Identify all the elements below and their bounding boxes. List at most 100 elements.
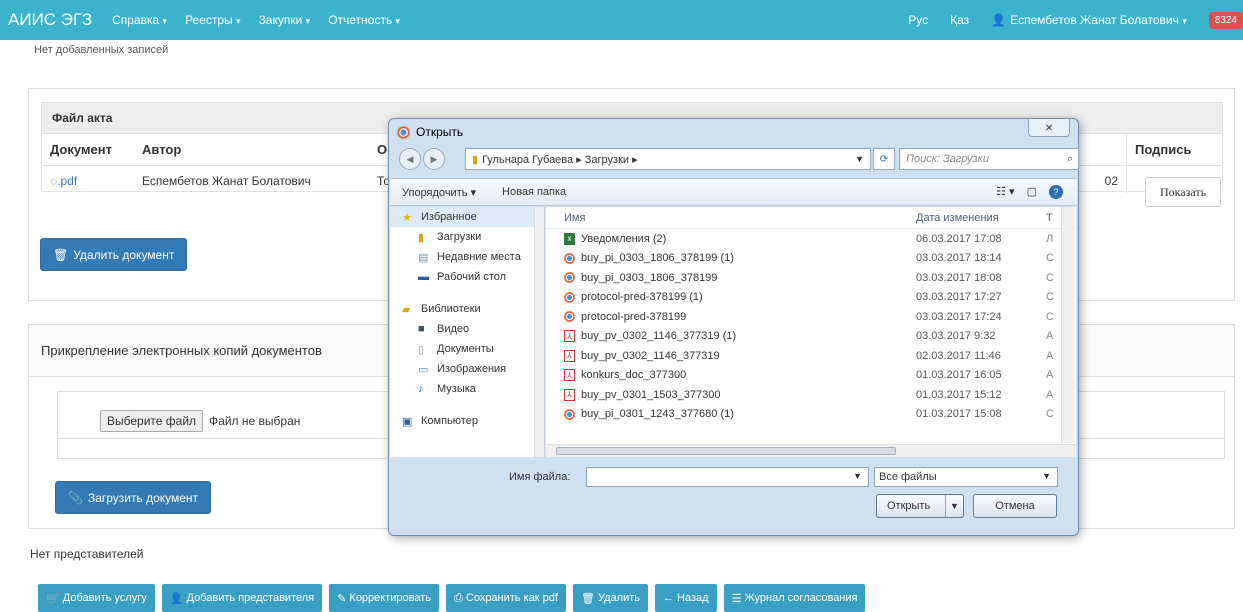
music-icon: ♪ <box>418 383 424 395</box>
file-row[interactable]: buy_pi_0303_1806_378199 03.03.2017 18:08 С <box>546 268 1076 288</box>
col-type-header[interactable]: Т <box>1046 212 1053 224</box>
lang-kz-link[interactable]: Қаз <box>950 13 969 27</box>
file-row[interactable]: buy_pi_0301_1243_377680 (1) 01.03.2017 15… <box>546 405 1076 425</box>
back-button[interactable]: ← Назад <box>654 584 717 612</box>
approval-log-button[interactable]: ☰ Журнал согласования <box>723 584 866 612</box>
file-date: 01.03.2017 15:12 <box>916 388 1002 401</box>
notification-badge[interactable]: 8324 <box>1208 11 1243 29</box>
nav-libraries[interactable]: ▰ Библиотеки <box>390 299 544 319</box>
nav-item-music[interactable]: ♪ Музыка <box>390 379 544 399</box>
nav-scrollbar[interactable] <box>534 207 544 457</box>
downloads-folder-icon: ▮ <box>418 232 425 244</box>
user-icon: 👤 <box>991 13 1007 27</box>
search-icon: ⌕ <box>1066 152 1073 165</box>
menu-purchases[interactable]: Закупки ▾ <box>259 13 311 27</box>
user-menu[interactable]: 👤 Еспембетов Жанат Болатович ▾ <box>991 13 1187 27</box>
file-date: 03.03.2017 17:24 <box>916 310 1002 323</box>
close-icon[interactable]: ⨯ <box>1028 119 1070 137</box>
nav-item-downloads[interactable]: ▮ Загрузки <box>390 227 544 247</box>
brand-logo[interactable]: АИИС ЭГЗ <box>8 10 92 30</box>
file-date: 03.03.2017 17:27 <box>916 291 1002 304</box>
file-row[interactable]: x Уведомления (2) 06.03.2017 17:08 Л <box>546 229 1076 249</box>
open-button[interactable]: Открыть ▼ <box>876 494 964 518</box>
menu-reports[interactable]: Отчетность ▾ <box>328 13 400 27</box>
nav-item-documents[interactable]: ▯ Документы <box>390 339 544 359</box>
file-date: 01.03.2017 15:08 <box>916 408 1002 421</box>
chevron-down-icon[interactable]: ▼ <box>1042 471 1051 481</box>
file-row[interactable]: protocol-pred-378199 (1) 03.03.2017 17:27… <box>546 288 1076 308</box>
file-date: 01.03.2017 16:05 <box>916 369 1002 382</box>
no-records-text: Нет добавленных записей <box>34 44 169 56</box>
file-row[interactable]: ⅄ konkurs_doc_377300 01.03.2017 16:05 А <box>546 366 1076 386</box>
menu-help[interactable]: Справка ▾ <box>112 13 167 27</box>
forward-arrow-icon[interactable]: ▶ <box>423 148 445 170</box>
delete-button[interactable]: 🗑 Удалить <box>572 584 648 612</box>
nav-item-desktop[interactable]: ▬ Рабочий стол <box>390 267 544 287</box>
search-input[interactable]: Поиск: Загрузки ⌕ <box>899 148 1079 170</box>
add-service-button[interactable]: 🛒 Добавить услугу <box>38 584 155 612</box>
menu-registries[interactable]: Реестры ▾ <box>185 13 241 27</box>
file-open-dialog: Открыть ⨯ ◀ ▶ ▮ Гульнара Губаева ▸ Загру… <box>388 118 1079 536</box>
col-date-header[interactable]: Дата изменения <box>916 212 1046 224</box>
file-list-header: Имя Дата изменения Т <box>546 207 1076 229</box>
file-name: protocol-pred-378199 (1) <box>546 291 916 303</box>
refresh-icon[interactable]: ⟳ <box>873 148 895 170</box>
filetype-select[interactable]: Все файлы ▼ <box>874 467 1058 487</box>
trash-icon: 🗑 <box>580 592 598 605</box>
file-date: 03.03.2017 18:14 <box>916 252 1002 265</box>
file-date: 03.03.2017 18:08 <box>916 271 1002 284</box>
images-icon: ▭ <box>418 364 429 376</box>
file-row[interactable]: buy_pi_0303_1806_378199 (1) 03.03.2017 18… <box>546 249 1076 269</box>
view-options-icon[interactable]: ☷ ▾ <box>996 185 1014 199</box>
action-toolbar: 🛒 Добавить услугу 👤 Добавить представите… <box>38 584 872 612</box>
video-icon: ■ <box>418 323 425 335</box>
add-representative-button[interactable]: 👤 Добавить представителя <box>161 584 323 612</box>
file-type: С <box>1046 252 1054 265</box>
file-name: buy_pi_0303_1806_378199 (1) <box>546 252 916 264</box>
file-row[interactable]: protocol-pred-378199 03.03.2017 17:24 С <box>546 307 1076 327</box>
correct-button[interactable]: ✎ Корректировать <box>329 584 440 612</box>
dialog-toolbar: Упорядочить ▾ Новая папка ☷ ▾ ▢ ? <box>390 178 1077 206</box>
top-navbar: АИИС ЭГЗ Справка ▾ Реестры ▾ Закупки ▾ О… <box>0 0 1243 40</box>
lang-ru-link[interactable]: Рус <box>908 13 928 27</box>
choose-file-button[interactable]: Выберите файл <box>100 410 204 432</box>
file-date: 02.03.2017 11:46 <box>916 349 1001 362</box>
save-pdf-button[interactable]: ⎙ Сохранить как pdf <box>446 584 566 612</box>
print-icon: ⎙ <box>454 591 466 604</box>
new-folder-button[interactable]: Новая папка <box>502 186 566 198</box>
chevron-down-icon[interactable]: ▼ <box>853 471 862 481</box>
nav-item-images[interactable]: ▭ Изображения <box>390 359 544 379</box>
chevron-down-icon[interactable]: ▼ <box>855 154 864 164</box>
address-bar[interactable]: ▮ Гульнара Губаева ▸ Загрузки ▸ ▼ <box>465 148 871 170</box>
file-list-hscrollbar[interactable] <box>546 444 1076 457</box>
nav-buttons: ◀ ▶ <box>399 148 447 170</box>
nav-item-video[interactable]: ■ Видео <box>390 319 544 339</box>
nav-item-recent[interactable]: ▤ Недавние места <box>390 247 544 267</box>
organize-menu[interactable]: Упорядочить ▾ <box>402 186 476 199</box>
cancel-button[interactable]: Отмена <box>973 494 1057 518</box>
file-row[interactable]: ⅄ buy_pv_0302_1146_377319 (1) 03.03.2017 9… <box>546 327 1076 347</box>
file-type: С <box>1046 271 1054 284</box>
chrome-icon <box>397 125 410 139</box>
user-icon: 👤 <box>169 592 187 605</box>
file-row[interactable]: ⅄ buy_pv_0302_1146_377319 02.03.2017 11:46… <box>546 346 1076 366</box>
document-link[interactable]: ◌.pdf <box>42 166 134 193</box>
show-signature-button[interactable]: Показать <box>1145 177 1221 207</box>
upload-document-button[interactable]: 📎 Загрузить документ <box>55 481 212 514</box>
file-name: ⅄ buy_pv_0302_1146_377319 (1) <box>546 330 916 343</box>
col-name-header[interactable]: Имя <box>546 212 916 224</box>
col-document: Документ <box>50 142 112 157</box>
back-arrow-icon[interactable]: ◀ <box>399 148 421 170</box>
file-list-vscrollbar[interactable] <box>1061 207 1074 443</box>
preview-pane-icon[interactable]: ▢ <box>1027 185 1037 199</box>
nav-computer[interactable]: ▣ Компьютер <box>390 411 544 431</box>
help-icon[interactable]: ? <box>1049 185 1063 199</box>
nav-favorites[interactable]: ★ Избранное <box>390 207 544 227</box>
chevron-down-icon[interactable]: ▼ <box>945 495 963 517</box>
no-representatives-text: Нет представителей <box>30 547 144 561</box>
delete-document-button[interactable]: 🗑 Удалить документ <box>40 238 188 271</box>
filename-input[interactable]: ▼ <box>586 467 869 487</box>
file-row[interactable]: ⅄ buy_pv_0301_1503_377300 01.03.2017 15:12… <box>546 385 1076 405</box>
libraries-icon: ▰ <box>402 304 411 316</box>
file-input[interactable]: Выберите файл Файл не выбран <box>100 410 300 432</box>
